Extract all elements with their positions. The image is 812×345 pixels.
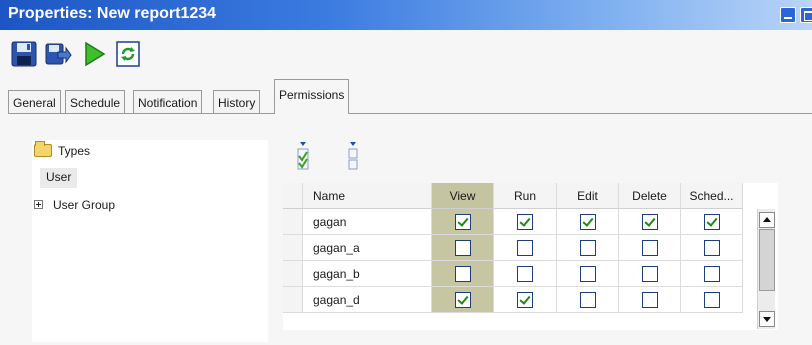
run-checkbox[interactable] bbox=[517, 291, 533, 308]
schedule-cell bbox=[681, 261, 743, 287]
tree-item-user-group[interactable]: User Group bbox=[34, 198, 115, 216]
delete-cell bbox=[619, 209, 681, 235]
column-header-schedule[interactable]: Sched... bbox=[681, 183, 743, 209]
refresh-icon[interactable] bbox=[114, 40, 142, 68]
row-selector-header bbox=[283, 183, 303, 209]
tab-divider bbox=[8, 113, 812, 114]
view-checkbox[interactable] bbox=[454, 265, 471, 282]
tree-item-user[interactable]: User bbox=[40, 168, 78, 188]
schedule-checkbox[interactable] bbox=[703, 291, 720, 308]
view-cell bbox=[432, 287, 494, 313]
view-checkbox[interactable] bbox=[454, 291, 471, 308]
schedule-checkbox[interactable] bbox=[703, 213, 720, 230]
edit-checkbox[interactable] bbox=[579, 291, 596, 308]
row-selector[interactable] bbox=[283, 235, 303, 261]
grid-scrollbar[interactable] bbox=[757, 209, 775, 329]
row-selector[interactable] bbox=[283, 209, 303, 235]
column-header-run[interactable]: Run bbox=[494, 183, 557, 209]
run-checkbox[interactable] bbox=[517, 265, 533, 282]
schedule-cell bbox=[681, 287, 743, 313]
user-name-cell: gagan_a bbox=[303, 235, 432, 261]
run-cell bbox=[494, 209, 557, 235]
edit-checkbox[interactable] bbox=[579, 239, 596, 256]
save-icon[interactable] bbox=[10, 40, 38, 68]
delete-checkbox[interactable] bbox=[641, 239, 658, 256]
maximize-icon[interactable] bbox=[800, 7, 812, 23]
run-cell bbox=[494, 261, 557, 287]
folder-icon bbox=[34, 141, 52, 157]
edit-cell bbox=[557, 209, 619, 235]
minimize-icon[interactable] bbox=[780, 7, 796, 23]
types-tree: Types User User Group bbox=[32, 140, 268, 342]
tab-strip: General Schedule Notification History Pe… bbox=[8, 78, 812, 114]
column-header-delete[interactable]: Delete bbox=[619, 183, 681, 209]
delete-checkbox[interactable] bbox=[641, 291, 658, 308]
row-selector[interactable] bbox=[283, 287, 303, 313]
run-cell bbox=[494, 287, 557, 313]
edit-cell bbox=[557, 287, 619, 313]
column-header-view[interactable]: View bbox=[432, 183, 494, 209]
save-as-icon[interactable] bbox=[44, 40, 72, 68]
scroll-thumb[interactable] bbox=[759, 229, 775, 291]
view-cell bbox=[432, 261, 494, 287]
view-cell bbox=[432, 209, 494, 235]
check-all-icon[interactable] bbox=[296, 140, 310, 172]
run-checkbox[interactable] bbox=[517, 239, 533, 256]
delete-cell bbox=[619, 235, 681, 261]
edit-cell bbox=[557, 235, 619, 261]
column-header-name[interactable]: Name bbox=[303, 183, 432, 209]
view-checkbox[interactable] bbox=[454, 213, 471, 230]
delete-checkbox[interactable] bbox=[641, 213, 658, 230]
title-bar: Properties: New report1234 bbox=[0, 0, 812, 30]
user-name-cell: gagan_d bbox=[303, 287, 432, 313]
row-selector[interactable] bbox=[283, 261, 303, 287]
user-name-cell: gagan_b bbox=[303, 261, 432, 287]
tab-schedule[interactable]: Schedule bbox=[65, 90, 126, 114]
user-name-cell: gagan bbox=[303, 209, 432, 235]
column-header-edit[interactable]: Edit bbox=[557, 183, 619, 209]
uncheck-all-icon[interactable] bbox=[346, 140, 360, 172]
run-checkbox[interactable] bbox=[517, 213, 533, 230]
delete-cell bbox=[619, 287, 681, 313]
view-cell bbox=[432, 235, 494, 261]
tab-notification[interactable]: Notification bbox=[133, 90, 203, 114]
tab-permissions[interactable]: Permissions bbox=[274, 79, 350, 114]
delete-cell bbox=[619, 261, 681, 287]
run-icon[interactable] bbox=[80, 40, 108, 68]
tree-item-types[interactable]: Types bbox=[34, 141, 90, 162]
delete-checkbox[interactable] bbox=[641, 265, 658, 282]
tab-general[interactable]: General bbox=[8, 90, 61, 114]
expand-icon[interactable] bbox=[34, 200, 43, 209]
schedule-checkbox[interactable] bbox=[703, 265, 720, 282]
scroll-down-icon[interactable] bbox=[759, 311, 775, 327]
edit-checkbox[interactable] bbox=[579, 213, 596, 230]
window-title: Properties: New report1234 bbox=[8, 5, 217, 22]
tab-history[interactable]: History bbox=[213, 90, 261, 114]
schedule-cell bbox=[681, 209, 743, 235]
scroll-up-icon[interactable] bbox=[759, 212, 775, 228]
view-checkbox[interactable] bbox=[454, 239, 471, 256]
edit-cell bbox=[557, 261, 619, 287]
run-cell bbox=[494, 235, 557, 261]
schedule-checkbox[interactable] bbox=[703, 239, 720, 256]
edit-checkbox[interactable] bbox=[579, 265, 596, 282]
permissions-grid: Name View Run Edit Delete Sched... gagan… bbox=[283, 183, 778, 330]
schedule-cell bbox=[681, 235, 743, 261]
